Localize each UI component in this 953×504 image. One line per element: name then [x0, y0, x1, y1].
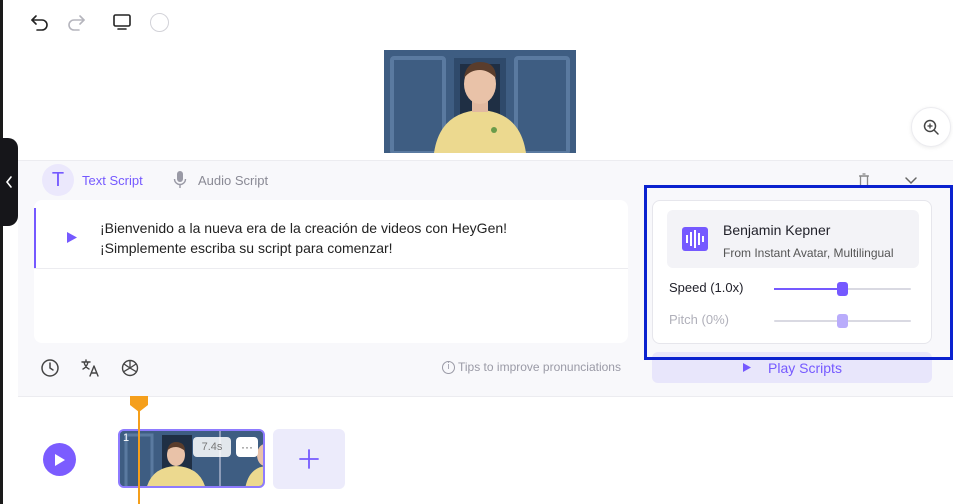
pronunciation-tips-link[interactable]: i Tips to improve pronunciations — [442, 360, 621, 374]
tab-text-script[interactable]: T Text Script — [42, 164, 143, 196]
ai-write-button[interactable] — [120, 358, 140, 378]
tab-text-script-label: Text Script — [82, 172, 143, 188]
zoom-button[interactable] — [911, 107, 951, 147]
editor-root: T Text Script Audio Script ¡Bienvenido a… — [0, 0, 953, 504]
script-line: ¡Bienvenido a la nueva era de la creació… — [100, 220, 508, 236]
scene-number: 1 — [123, 432, 130, 444]
editor-divider — [34, 268, 628, 269]
microphone-icon — [173, 171, 187, 188]
script-editor[interactable]: ¡Bienvenido a la nueva era de la creació… — [34, 200, 628, 343]
monitor-icon — [113, 14, 131, 30]
playhead-line — [138, 408, 140, 504]
play-icon — [55, 453, 65, 466]
video-preview[interactable] — [384, 50, 576, 153]
translate-icon — [81, 359, 99, 377]
scene-duration: 7.4s — [193, 437, 231, 457]
pause-timing-button[interactable] — [40, 358, 60, 378]
add-scene-button[interactable] — [273, 429, 345, 489]
script-text[interactable]: ¡Bienvenido a la nueva era de la creació… — [100, 218, 610, 258]
play-scripts-label: Play Scripts — [768, 359, 842, 376]
script-tools — [40, 358, 160, 378]
playhead-handle[interactable] — [130, 396, 148, 412]
background-color-button[interactable] — [150, 12, 169, 32]
top-toolbar — [28, 10, 169, 34]
script-line: ¡Simplemente escriba su script para come… — [100, 240, 393, 256]
timeline-play-button[interactable] — [43, 443, 76, 476]
active-line-indicator — [34, 208, 36, 268]
plus-icon — [299, 449, 319, 469]
scene-more-button[interactable]: ··· — [236, 437, 258, 457]
left-edge — [0, 0, 3, 504]
redo-icon — [68, 15, 85, 31]
clock-icon — [41, 359, 59, 377]
play-icon — [67, 232, 77, 243]
play-line-button[interactable] — [66, 231, 78, 249]
aspect-ratio-button[interactable] — [110, 10, 134, 34]
redo-button[interactable] — [64, 10, 88, 34]
translate-button[interactable] — [80, 358, 100, 378]
chevron-left-icon — [5, 176, 12, 188]
collapse-sidebar-button[interactable] — [0, 138, 18, 226]
undo-button[interactable] — [28, 10, 52, 34]
tab-audio-script-label: Audio Script — [198, 172, 269, 188]
info-icon: i — [442, 360, 455, 374]
text-script-icon: T — [42, 164, 74, 196]
pronunciation-tips-label: Tips to improve pronunciations — [458, 360, 621, 374]
tab-audio-script[interactable]: Audio Script — [172, 170, 268, 190]
ai-knot-icon — [121, 359, 139, 377]
undo-icon — [31, 15, 48, 31]
highlight-box — [644, 185, 953, 360]
scene-clip[interactable]: 1 7.4s ··· — [118, 429, 265, 488]
zoom-in-icon — [923, 119, 939, 135]
avatar-preview-image — [384, 50, 576, 153]
play-icon — [743, 363, 752, 372]
